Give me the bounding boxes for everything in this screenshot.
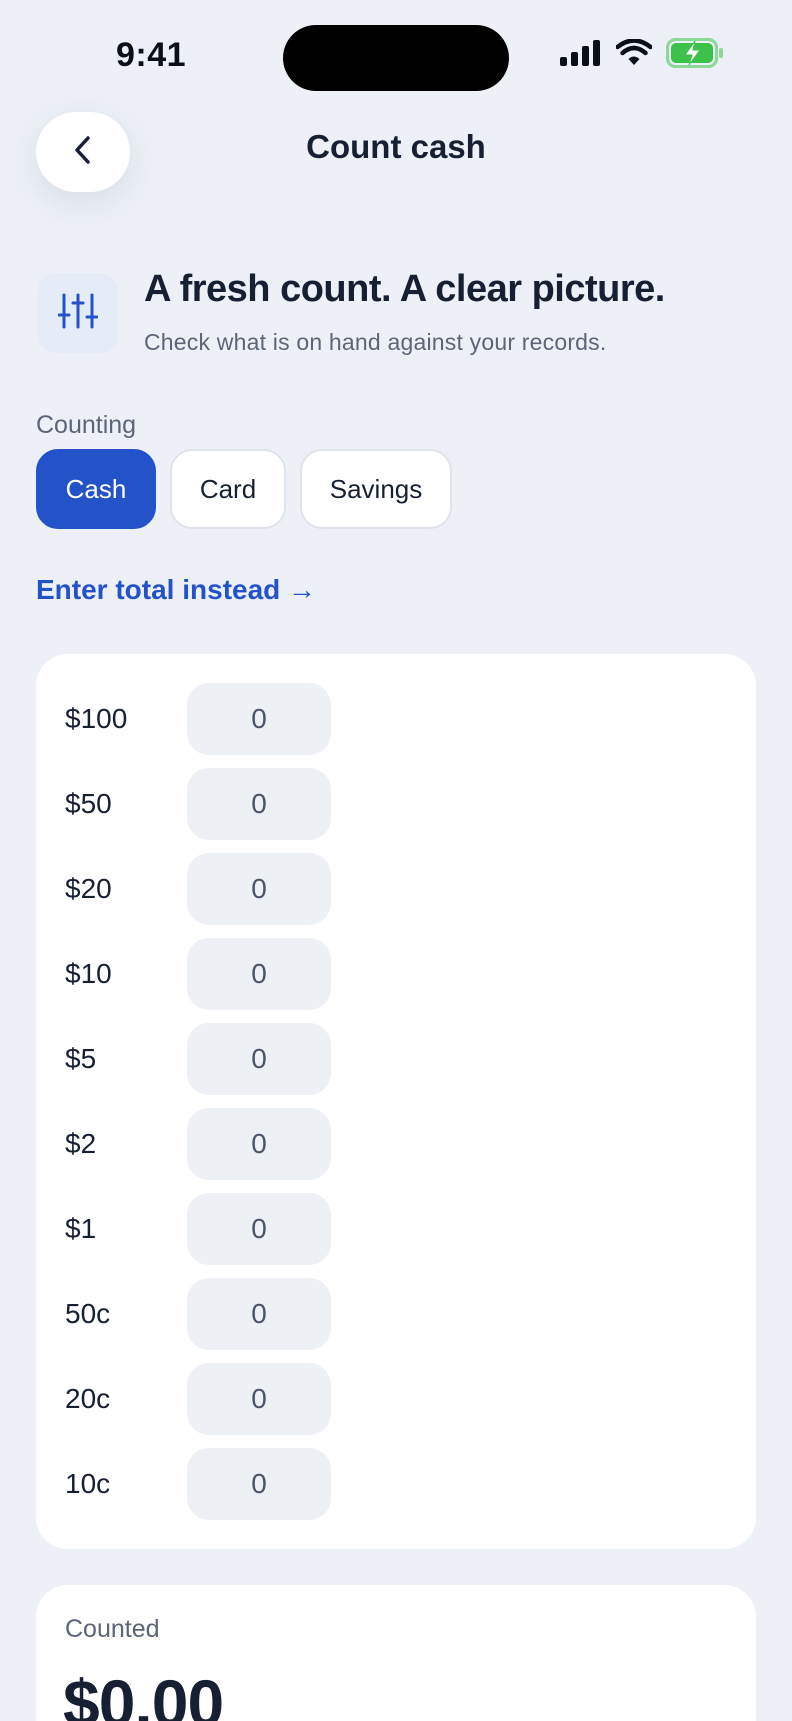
segment-cash[interactable]: Cash [36, 449, 156, 529]
denomination-label: $10 [65, 958, 112, 989]
denomination-label: $20 [65, 873, 112, 904]
denomination-row: $2 [36, 1108, 756, 1180]
counting-label: Counting [36, 411, 137, 439]
wifi-icon [615, 37, 653, 72]
status-icons [560, 37, 724, 73]
status-bar: 9:41 [0, 0, 792, 110]
hero-title: A fresh count. A clear picture. [144, 268, 665, 310]
status-time: 9:41 [116, 36, 187, 74]
denomination-count-input[interactable] [187, 1363, 331, 1435]
denomination-count-input[interactable] [187, 1448, 331, 1520]
denomination-count-input[interactable] [187, 1278, 331, 1350]
denomination-row: $1 [36, 1193, 756, 1265]
counted-total-value: $0.00 [63, 1666, 224, 1721]
denomination-row: 20c [36, 1363, 756, 1435]
denomination-label: $100 [65, 703, 128, 734]
denomination-label: $1 [65, 1213, 97, 1244]
dynamic-island [283, 25, 509, 91]
denomination-label: $2 [65, 1128, 97, 1159]
denomination-label: 10c [65, 1468, 111, 1499]
denomination-count-input[interactable] [187, 853, 331, 925]
denomination-label: 20c [65, 1383, 111, 1414]
counting-segmented-control: Cash Card Savings [36, 449, 452, 529]
segment-savings[interactable]: Savings [300, 449, 452, 529]
denomination-count-input[interactable] [187, 938, 331, 1010]
denomination-row: 10c [36, 1448, 756, 1520]
denomination-label: $50 [65, 788, 112, 819]
denomination-row: 50c [36, 1278, 756, 1350]
denominations-card: $100 $50 $20 $10 $5 $2 $1 50c 20c 10c [36, 654, 756, 1549]
denomination-row: $20 [36, 853, 756, 925]
denomination-count-input[interactable] [187, 683, 331, 755]
enter-total-link[interactable]: Enter total instead → [36, 574, 316, 606]
counted-summary-card: Counted $0.00 [36, 1585, 756, 1721]
denomination-row: $5 [36, 1023, 756, 1095]
hero-icon-box [38, 273, 118, 353]
counted-label: Counted [65, 1615, 160, 1643]
denomination-row: $50 [36, 768, 756, 840]
denomination-count-input[interactable] [187, 1108, 331, 1180]
denomination-count-input[interactable] [187, 768, 331, 840]
denomination-count-input[interactable] [187, 1193, 331, 1265]
battery-charging-icon [666, 37, 724, 73]
denomination-label: $5 [65, 1043, 97, 1074]
hero-subtitle: Check what is on hand against your recor… [144, 329, 607, 355]
denomination-label: 50c [65, 1298, 111, 1329]
segment-card[interactable]: Card [170, 449, 286, 529]
sliders-icon [57, 293, 99, 334]
denomination-row: $10 [36, 938, 756, 1010]
page-title: Count cash [306, 128, 486, 165]
signal-icon [560, 39, 602, 71]
denomination-row: $100 [36, 683, 756, 755]
denomination-count-input[interactable] [187, 1023, 331, 1095]
